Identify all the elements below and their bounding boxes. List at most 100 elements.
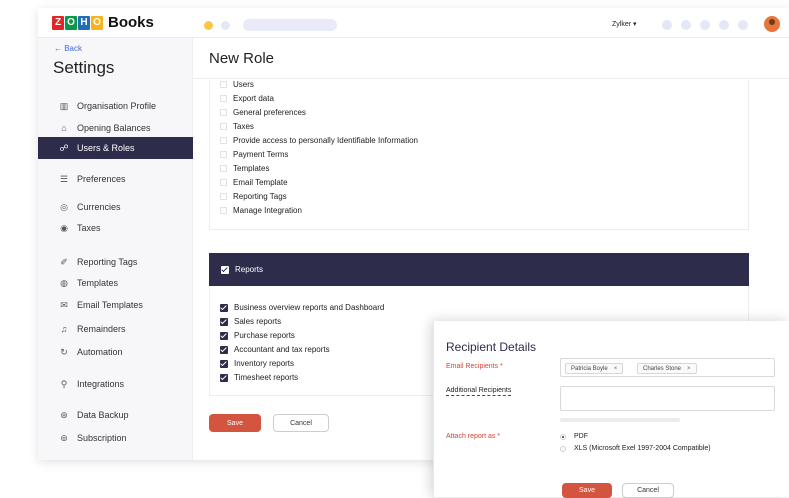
search-bar[interactable]	[243, 19, 337, 31]
sidebar-item-reporting-tags[interactable]: ✐ Reporting Tags	[38, 251, 193, 273]
apps-icon[interactable]	[738, 20, 748, 30]
status-dot	[221, 21, 230, 30]
sidebar-item-automation[interactable]: ↻ Automation	[38, 341, 193, 363]
report-row[interactable]: Business overview reports and Dashboard	[220, 303, 384, 312]
report-label: Sales reports	[234, 317, 282, 326]
checkbox[interactable]	[220, 359, 228, 368]
remove-recipient-icon[interactable]: ×	[687, 366, 691, 372]
sidebar-item-label: Integrations	[77, 379, 125, 389]
permission-row[interactable]: Payment Terms	[220, 150, 288, 159]
sidebar-item-label: Reporting Tags	[77, 257, 138, 267]
checkbox[interactable]	[220, 95, 227, 102]
recipient-details-dialog: Recipient Details Email Recipients * Pat…	[433, 321, 789, 498]
checkbox[interactable]	[220, 193, 227, 200]
checkbox[interactable]	[220, 165, 227, 172]
permission-row[interactable]: General preferences	[220, 108, 306, 117]
permission-row[interactable]: Users	[220, 80, 254, 89]
sidebar-item-preferences[interactable]: ☰ Preferences	[38, 168, 193, 190]
dialog-title: Recipient Details	[446, 340, 537, 354]
report-row[interactable]: Timesheet reports	[220, 373, 298, 382]
checkbox[interactable]	[220, 303, 228, 312]
backup-icon: ⊛	[60, 409, 68, 420]
save-button[interactable]: Save	[209, 414, 261, 432]
permission-row[interactable]: Export data	[220, 94, 274, 103]
checkbox[interactable]	[220, 109, 227, 116]
sidebar-item-opening-balances[interactable]: ⌂ Opening Balances	[38, 117, 193, 139]
plug-icon: ⚲	[60, 378, 68, 389]
checkbox[interactable]	[220, 331, 228, 340]
sidebar-item-email-templates[interactable]: ✉ Email Templates	[38, 294, 193, 316]
permission-row[interactable]: Templates	[220, 164, 269, 173]
org-switcher[interactable]: Zylker ▾	[612, 20, 637, 28]
reports-select-all-checkbox[interactable]	[221, 265, 229, 274]
report-row[interactable]: Sales reports	[220, 317, 281, 326]
field-hint	[560, 418, 680, 422]
help-icon[interactable]	[719, 20, 729, 30]
sidebar-item-remainders[interactable]: ♫ Remainders	[38, 318, 193, 340]
logo-letter: H	[78, 15, 90, 30]
permission-row[interactable]: Provide access to personally Identifiabl…	[220, 136, 418, 145]
avatar[interactable]	[764, 16, 780, 32]
checkbox[interactable]	[220, 345, 228, 354]
currency-icon: ◎	[60, 201, 68, 212]
logo-letter: Z	[52, 15, 64, 30]
permission-row[interactable]: Email Template	[220, 178, 288, 187]
format-option-pdf[interactable]: PDF	[560, 433, 588, 440]
dialog-cancel-button[interactable]: Cancel	[622, 483, 674, 498]
permission-label: Email Template	[233, 178, 288, 187]
checkbox[interactable]	[220, 373, 228, 382]
sidebar-item-integrations[interactable]: ⚲ Integrations	[38, 373, 193, 395]
sidebar-item-taxes[interactable]: ◉ Taxes	[38, 217, 193, 239]
sidebar-item-label: Subscription	[77, 433, 127, 443]
checkbox[interactable]	[220, 123, 227, 130]
permission-label: Templates	[233, 164, 270, 173]
back-link[interactable]: ← Back	[54, 44, 82, 53]
top-bar: Z O H O Books Zylker ▾	[38, 8, 789, 38]
automation-icon: ↻	[60, 346, 68, 357]
reports-section-header[interactable]: Reports	[209, 253, 749, 286]
divider	[193, 78, 789, 79]
sidebar-item-label: Data Backup	[77, 410, 129, 420]
additional-recipients-input[interactable]	[560, 386, 775, 411]
email-recipients-field[interactable]: Patricia Boyle × Charles Stone ×	[560, 358, 775, 377]
radio-button[interactable]	[560, 446, 566, 452]
radio-button[interactable]	[560, 434, 566, 440]
checkbox[interactable]	[220, 81, 227, 88]
dialog-save-button[interactable]: Save	[562, 483, 612, 498]
report-label: Business overview reports and Dashboard	[234, 303, 385, 312]
sidebar-item-organisation-profile[interactable]: ▥ Organisation Profile	[38, 95, 193, 117]
permission-row[interactable]: Reporting Tags	[220, 192, 287, 201]
notifications-icon[interactable]	[681, 20, 691, 30]
sidebar-item-label: Email Templates	[77, 300, 143, 310]
sidebar-item-subscription[interactable]: ⊚ Subscription	[38, 427, 193, 449]
app-name: Books	[108, 14, 154, 31]
permission-row[interactable]: Manage Integration	[220, 206, 302, 215]
sidebar-item-currencies[interactable]: ◎ Currencies	[38, 196, 193, 218]
checkbox[interactable]	[220, 137, 227, 144]
sidebar-item-templates[interactable]: ◍ Templates	[38, 272, 193, 294]
recipient-chip[interactable]: Charles Stone ×	[637, 363, 697, 374]
remove-recipient-icon[interactable]: ×	[614, 366, 618, 372]
sidebar-item-label: Templates	[77, 278, 119, 288]
permission-row[interactable]: Taxes	[220, 122, 254, 131]
recipient-chip[interactable]: Patricia Boyle ×	[565, 363, 624, 374]
report-row[interactable]: Accountant and tax reports	[220, 345, 330, 354]
sidebar-item-data-backup[interactable]: ⊛ Data Backup	[38, 404, 193, 426]
checkbox[interactable]	[220, 151, 227, 158]
checkbox[interactable]	[220, 207, 227, 214]
building-icon: ▥	[59, 100, 69, 111]
quick-create-icon[interactable]	[662, 20, 672, 30]
settings-icon[interactable]	[700, 20, 710, 30]
checkbox[interactable]	[220, 317, 228, 326]
format-option-xls[interactable]: XLS (Microsoft Exel 1997-2004 Compatible…	[560, 445, 720, 452]
sidebar-item-users-roles[interactable]: ☍ Users & Roles	[38, 137, 193, 159]
zoho-books-logo[interactable]: Z O H O Books	[52, 14, 154, 31]
template-icon: ◍	[60, 277, 68, 288]
report-row[interactable]: Purchase reports	[220, 331, 295, 340]
report-row[interactable]: Inventory reports	[220, 359, 294, 368]
sidebar-item-label: Preferences	[77, 174, 126, 184]
cancel-button[interactable]: Cancel	[273, 414, 329, 432]
sidebar-item-label: Currencies	[77, 202, 121, 212]
sliders-icon: ☰	[59, 173, 69, 184]
checkbox[interactable]	[220, 179, 227, 186]
